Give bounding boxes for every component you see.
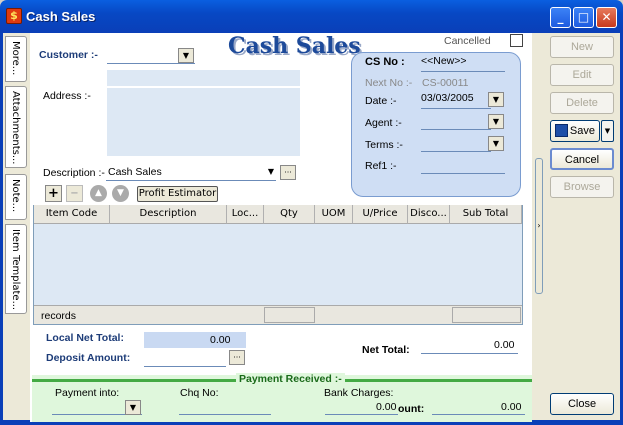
net-total-value: 0.00 bbox=[494, 339, 515, 351]
amount-label: ount: bbox=[398, 403, 425, 415]
terms-field[interactable] bbox=[421, 135, 491, 152]
description-label: Description :- bbox=[43, 167, 105, 179]
column-header-unit-price[interactable]: U/Price bbox=[353, 205, 408, 224]
description-more-button[interactable]: ··· bbox=[280, 165, 296, 180]
column-header-location[interactable]: Loc... bbox=[227, 205, 264, 224]
column-header-discount[interactable]: Disco... bbox=[408, 205, 450, 224]
column-header-uom[interactable]: UOM bbox=[315, 205, 353, 224]
page-title: Cash Sales bbox=[228, 33, 361, 59]
tab-attachments[interactable]: Attachments... bbox=[5, 86, 27, 168]
cash-register-icon: $ bbox=[6, 8, 22, 24]
cancelled-checkbox[interactable] bbox=[510, 34, 523, 47]
cancelled-label: Cancelled bbox=[444, 35, 491, 47]
payment-received-header: Payment Received :- bbox=[236, 373, 345, 385]
close-window-button[interactable]: ✕ bbox=[596, 7, 617, 28]
deposit-amount-field[interactable] bbox=[144, 350, 226, 367]
bank-charges-label: Bank Charges: bbox=[324, 387, 394, 399]
date-dropdown-button[interactable]: ▼ bbox=[488, 92, 504, 107]
browse-button[interactable]: Browse bbox=[550, 176, 614, 198]
cancel-button[interactable]: Cancel bbox=[550, 148, 614, 170]
local-net-total-label: Local Net Total: bbox=[46, 332, 124, 344]
records-label: records bbox=[41, 310, 77, 322]
tab-note[interactable]: Note... bbox=[5, 174, 27, 220]
chq-no-field[interactable] bbox=[179, 399, 271, 415]
edit-button[interactable]: Edit bbox=[550, 64, 614, 86]
agent-field[interactable] bbox=[421, 113, 491, 130]
customer-name-field[interactable] bbox=[107, 70, 300, 86]
terms-dropdown-button[interactable]: ▼ bbox=[488, 136, 504, 151]
column-header-item-code[interactable]: Item Code bbox=[34, 205, 110, 224]
next-no-label: Next No :- bbox=[365, 77, 413, 89]
save-disk-icon bbox=[555, 124, 568, 137]
delete-button[interactable]: Delete bbox=[550, 92, 614, 114]
move-down-icon[interactable]: ▼ bbox=[112, 185, 129, 202]
panel-splitter[interactable]: › bbox=[535, 158, 543, 294]
tab-item-template[interactable]: Item Template... bbox=[5, 224, 27, 314]
description-value: Cash Sales bbox=[108, 166, 162, 178]
tab-more[interactable]: More... bbox=[5, 36, 27, 82]
address-field[interactable] bbox=[107, 88, 300, 156]
ref1-field[interactable] bbox=[421, 157, 505, 174]
close-button[interactable]: Close bbox=[550, 393, 614, 415]
payment-into-label: Payment into: bbox=[55, 387, 120, 399]
chq-no-label: Chq No: bbox=[180, 387, 219, 399]
save-options-dropdown[interactable]: ▼ bbox=[601, 120, 614, 142]
profit-estimator-button[interactable]: Profit Estimator bbox=[137, 186, 218, 202]
remove-row-button[interactable]: − bbox=[66, 185, 83, 202]
add-row-button[interactable]: + bbox=[45, 185, 62, 202]
column-header-qty[interactable]: Qty bbox=[264, 205, 315, 224]
qty-footer-cell bbox=[264, 307, 315, 323]
subtotal-footer-cell bbox=[452, 307, 521, 323]
date-field[interactable]: 03/03/2005 bbox=[421, 92, 491, 109]
payment-into-dropdown-button[interactable]: ▼ bbox=[125, 400, 141, 415]
local-net-total-field bbox=[144, 332, 246, 348]
new-button[interactable]: New bbox=[550, 36, 614, 58]
minimize-button[interactable]: _ bbox=[550, 7, 571, 28]
next-no-value: CS-00011 bbox=[422, 77, 469, 89]
customer-dropdown-button[interactable]: ▼ bbox=[178, 48, 194, 63]
customer-label: Customer :- bbox=[39, 49, 98, 61]
agent-dropdown-button[interactable]: ▼ bbox=[488, 114, 504, 129]
move-up-icon[interactable]: ▲ bbox=[90, 185, 107, 202]
description-dropdown-button[interactable]: ▼ bbox=[263, 165, 279, 180]
local-net-total-value: 0.00 bbox=[210, 334, 231, 346]
amount-value: 0.00 bbox=[501, 401, 522, 413]
column-header-description[interactable]: Description bbox=[110, 205, 227, 224]
deposit-more-button[interactable]: ··· bbox=[229, 350, 245, 365]
column-header-sub-total[interactable]: Sub Total bbox=[450, 205, 522, 224]
date-label: Date :- bbox=[365, 95, 397, 107]
net-total-label: Net Total: bbox=[362, 344, 410, 356]
window-title: Cash Sales bbox=[26, 9, 96, 24]
address-label: Address :- bbox=[43, 90, 91, 102]
cs-no-label: CS No : bbox=[365, 56, 405, 68]
ref1-label: Ref1 :- bbox=[365, 160, 397, 172]
bank-charges-value: 0.00 bbox=[376, 401, 397, 413]
agent-label: Agent :- bbox=[365, 117, 402, 129]
maximize-button[interactable]: □ bbox=[573, 7, 594, 28]
cs-no-field[interactable]: <<New>> bbox=[421, 55, 505, 72]
terms-label: Terms :- bbox=[365, 139, 403, 151]
deposit-amount-label: Deposit Amount: bbox=[46, 352, 131, 364]
